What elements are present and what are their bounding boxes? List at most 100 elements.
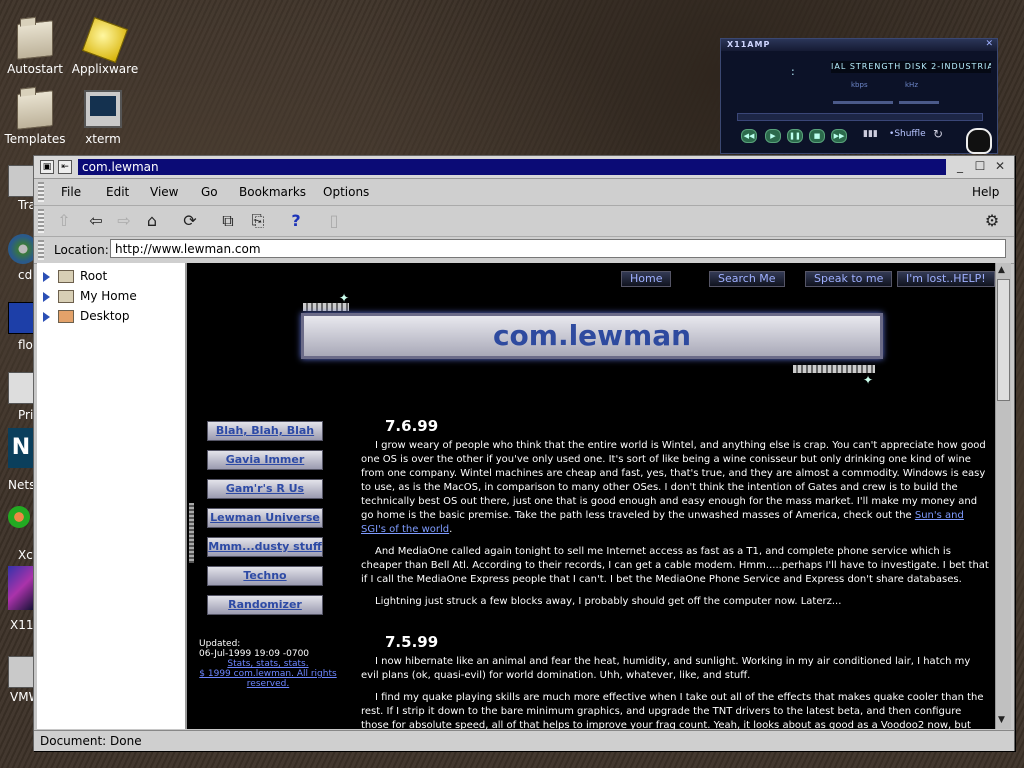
directory-tree: Root My Home Desktop: [37, 263, 187, 729]
side-link-blah[interactable]: Blah, Blah, Blah: [207, 421, 323, 441]
back-icon[interactable]: ⇦: [86, 211, 106, 231]
window-menu-icon[interactable]: ▣: [40, 160, 54, 174]
menu-file[interactable]: File: [61, 185, 81, 199]
menu-bar: File Edit View Go Bookmarks Options Help: [34, 179, 1014, 206]
desktop-icon-label: Xc: [18, 548, 33, 562]
volume-slider[interactable]: [833, 101, 893, 104]
toolbar: ⇧ ⇦ ⇨ ⌂ ⟳ ⧉ ⎘ ? ▯ ⚙: [34, 206, 1014, 237]
tree-item-label: My Home: [80, 289, 137, 303]
folder-icon: [58, 310, 74, 323]
side-rail: [189, 503, 194, 563]
post-date: 7.6.99: [385, 417, 439, 435]
reload-icon[interactable]: ⟳: [180, 211, 200, 231]
banner-studs-bottom: [793, 365, 875, 373]
window-title: com.lewman: [78, 159, 946, 175]
folder-icon: [17, 20, 53, 60]
close-icon[interactable]: ✕: [985, 39, 993, 49]
site-logo[interactable]: com.lewman: [301, 313, 883, 359]
home-up-icon[interactable]: ⇧: [54, 211, 74, 231]
netscape-window: ▣ ⇤ com.lewman _ ☐ ✕ File Edit View Go B…: [33, 155, 1015, 751]
vertical-scrollbar[interactable]: ▲ ▼: [995, 263, 1011, 729]
menu-view[interactable]: View: [150, 185, 178, 199]
side-link-randomizer[interactable]: Randomizer: [207, 595, 323, 615]
x11amp-player[interactable]: X11AMP ✕ : IAL STRENGTH DISK 2-INDUSTRIA…: [720, 38, 998, 154]
post-paragraph: And MediaOne called again tonight to sel…: [361, 546, 989, 585]
repeat-icon[interactable]: ↻: [933, 127, 943, 141]
menu-options[interactable]: Options: [323, 185, 369, 199]
shuffle-toggle[interactable]: •Shuffle: [889, 129, 926, 139]
location-input[interactable]: [110, 239, 1006, 258]
maximize-button[interactable]: ☐: [972, 159, 988, 174]
side-link-gavia-immer[interactable]: Gavia Immer: [207, 450, 323, 470]
scroll-thumb[interactable]: [997, 279, 1010, 401]
side-link-gamrs-r-us[interactable]: Gam'r's R Us: [207, 479, 323, 499]
expand-arrow-icon[interactable]: [43, 271, 50, 282]
menubar-grip[interactable]: [38, 182, 44, 202]
folder-icon: [58, 290, 74, 303]
expand-arrow-icon[interactable]: [43, 291, 50, 302]
time-separator: :: [791, 65, 795, 78]
menu-go[interactable]: Go: [201, 185, 218, 199]
seek-bar[interactable]: [737, 113, 983, 121]
desktop-icon-xterm[interactable]: xterm: [58, 90, 148, 146]
side-link-dusty-stuff[interactable]: Mmm...dusty stuff: [207, 537, 323, 557]
copy-icon[interactable]: ⧉: [218, 211, 238, 231]
folder-icon: [17, 90, 53, 130]
menu-edit[interactable]: Edit: [106, 185, 129, 199]
status-text: Document: Done: [40, 734, 142, 748]
nav-search-me[interactable]: Search Me: [709, 271, 785, 287]
side-link-lewman-universe[interactable]: Lewman Universe: [207, 508, 323, 528]
desktop-icon-label: xterm: [85, 132, 121, 146]
locationbar-grip[interactable]: [38, 240, 44, 260]
tree-item-my-home[interactable]: My Home: [43, 287, 137, 305]
status-bar: Document: Done: [34, 730, 1014, 751]
track-title: IAL STRENGTH DISK 2-INDUSTRIAL: [831, 61, 991, 73]
nav-im-lost-help[interactable]: I'm lost..HELP!: [897, 271, 995, 287]
previous-button[interactable]: ◀◀: [741, 129, 757, 143]
tree-item-root[interactable]: Root: [43, 267, 107, 285]
forward-icon[interactable]: ⇨: [114, 211, 134, 231]
title-bar[interactable]: ▣ ⇤ com.lewman _ ☐ ✕: [34, 156, 1014, 179]
tree-item-label: Root: [80, 269, 108, 283]
paragraph-text: I grow weary of people who think that th…: [361, 440, 986, 521]
terminal-icon: [84, 90, 122, 128]
tree-item-desktop[interactable]: Desktop: [43, 307, 130, 325]
close-button[interactable]: ✕: [992, 159, 1008, 174]
nav-home[interactable]: Home: [621, 271, 672, 287]
play-button[interactable]: ▶: [765, 129, 781, 143]
kbps-label: kbps: [851, 81, 868, 89]
menu-bookmarks[interactable]: Bookmarks: [239, 185, 306, 199]
expand-arrow-icon[interactable]: [43, 311, 50, 322]
desktop-icon-label: Pri: [18, 408, 34, 422]
x11amp-icon[interactable]: [8, 566, 34, 610]
eject-icon[interactable]: ▮▮▮: [863, 129, 878, 139]
stop-button[interactable]: ■: [809, 129, 825, 143]
scroll-down-icon[interactable]: ▼: [998, 715, 1005, 725]
netscape-icon[interactable]: N: [8, 428, 34, 468]
xchat-icon[interactable]: [8, 506, 30, 528]
home-icon[interactable]: ⌂: [142, 211, 162, 231]
paste-icon[interactable]: ⎘: [248, 211, 268, 231]
help-icon[interactable]: ?: [286, 211, 306, 231]
side-link-techno[interactable]: Techno: [207, 566, 323, 586]
sparkle-icon: ✦: [863, 373, 874, 387]
paragraph-text: .: [449, 524, 453, 535]
post-paragraph: Lightning just struck a few blocks away,…: [375, 596, 842, 607]
pause-button[interactable]: ❚❚: [787, 129, 803, 143]
next-button[interactable]: ▶▶: [831, 129, 847, 143]
location-bar: Location:: [34, 237, 1014, 264]
toolbar-grip[interactable]: [38, 209, 44, 233]
stats-link[interactable]: Stats, stats, stats.: [199, 659, 337, 669]
balance-slider[interactable]: [899, 101, 939, 104]
minimize-button[interactable]: _: [952, 159, 968, 174]
desktop-icon-applixware[interactable]: Applixware: [60, 16, 150, 76]
gear-icon[interactable]: ⚙: [982, 211, 1002, 231]
pin-icon[interactable]: ⇤: [58, 160, 72, 174]
site-banner: com.lewman ✦ ✦: [297, 291, 887, 387]
stop-icon[interactable]: ▯: [324, 211, 344, 231]
copyright-link[interactable]: $ 1999 com.lewman. All rights reserved.: [199, 669, 337, 689]
menu-help[interactable]: Help: [972, 185, 999, 199]
tux-icon: [966, 128, 992, 154]
scroll-up-icon[interactable]: ▲: [998, 265, 1005, 275]
nav-speak-to-me[interactable]: Speak to me: [805, 271, 893, 287]
